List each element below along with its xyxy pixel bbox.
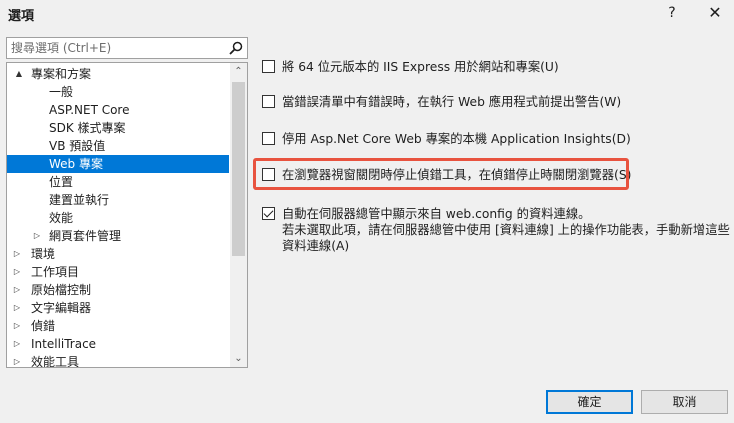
expand-arrow-icon[interactable]: ▷ — [11, 281, 23, 299]
tree-item-label: 文字編輯器 — [31, 301, 92, 315]
tree-item-locations[interactable]: 位置 — [7, 173, 229, 191]
title-bar: 選項 ? ✕ — [0, 0, 734, 26]
option-description-line-1: 若未選取此項，請在伺服器總管中使用 [資料連線] 上的操作功能表，手動新增這些 — [282, 223, 730, 237]
help-button[interactable]: ? — [662, 3, 682, 23]
option-label: 停用 Asp.Net Core Web 專案的本機 Application In… — [282, 132, 631, 146]
tree-item-label: 網頁套件管理 — [49, 229, 122, 243]
tree-item-label: IntelliTrace — [31, 337, 97, 351]
option-label: 當錯誤清單中有錯誤時，在執行 Web 應用程式前提出警告(W) — [282, 95, 622, 109]
options-tree: ▲ 專案和方案 一般 ASP.NET Core SDK 樣式專案 VB 預設值 … — [6, 62, 248, 368]
expand-arrow-icon[interactable]: ▷ — [11, 335, 23, 353]
tree-item-label: 環境 — [31, 247, 56, 261]
tree-item-environment[interactable]: ▷ 環境 — [7, 245, 229, 263]
tree-item-label: 建置並執行 — [49, 193, 110, 207]
tree-item-label: 一般 — [49, 85, 74, 99]
collapse-arrow-icon[interactable]: ▲ — [13, 65, 25, 83]
tree-item-label: 原始檔控制 — [31, 283, 92, 297]
search-icon[interactable] — [229, 41, 243, 55]
tree-item-web-projects[interactable]: Web 專案 — [7, 155, 229, 173]
tree-item-intellitrace[interactable]: ▷ IntelliTrace — [7, 335, 229, 353]
close-button[interactable]: ✕ — [704, 3, 726, 23]
tree-item-projects-solutions[interactable]: ▲ 專案和方案 — [7, 65, 229, 83]
option-label: 自動在伺服器總管中顯示來自 web.config 的資料連線。 — [282, 207, 591, 221]
expand-arrow-icon[interactable]: ▷ — [11, 263, 23, 281]
tree-item-label: ASP.NET Core — [49, 103, 130, 117]
tree-item-vb-defaults[interactable]: VB 預設值 — [7, 137, 229, 155]
expand-arrow-icon[interactable]: ▷ — [11, 317, 23, 335]
checkbox-iis-express-64bit[interactable] — [262, 60, 275, 73]
cancel-button[interactable]: 取消 — [641, 390, 728, 414]
highlight-box — [253, 158, 629, 190]
window-title: 選項 — [8, 9, 35, 24]
expand-arrow-icon[interactable]: ▷ — [11, 353, 23, 367]
tree-item-sdk-style-projects[interactable]: SDK 樣式專案 — [7, 119, 229, 137]
tree-item-label: 效能工具 — [31, 355, 80, 368]
tree-item-label: VB 預設值 — [49, 139, 106, 153]
checkbox-show-data-connections[interactable] — [262, 207, 275, 220]
tree-item-debugging[interactable]: ▷ 偵錯 — [7, 317, 229, 335]
search-input[interactable] — [7, 38, 223, 58]
expand-arrow-icon[interactable]: ▷ — [11, 245, 23, 263]
tree-item-performance[interactable]: 效能 — [7, 209, 229, 227]
tree-item-text-editor[interactable]: ▷ 文字編輯器 — [7, 299, 229, 317]
tree-item-source-control[interactable]: ▷ 原始檔控制 — [7, 281, 229, 299]
tree-item-label: 偵錯 — [31, 319, 56, 333]
tree-item-aspnet-core[interactable]: ASP.NET Core — [7, 101, 229, 119]
tree-item-label: SDK 樣式專案 — [49, 121, 126, 135]
tree-item-build-and-run[interactable]: 建置並執行 — [7, 191, 229, 209]
tree-item-work-items[interactable]: ▷ 工作項目 — [7, 263, 229, 281]
tree-item-label: 工作項目 — [31, 265, 80, 279]
tree-item-web-package-management[interactable]: ▷ 網頁套件管理 — [7, 227, 229, 245]
tree-item-performance-tools[interactable]: ▷ 效能工具 — [7, 353, 229, 368]
option-label: 將 64 位元版本的 IIS Express 用於網站和專案(U) — [282, 60, 559, 74]
tree-scrollbar[interactable]: ⌃ ⌄ — [230, 63, 247, 367]
tree-item-label: 專案和方案 — [31, 67, 92, 81]
tree-item-label: Web 專案 — [49, 157, 103, 171]
ok-button[interactable]: 確定 — [546, 390, 633, 414]
checkbox-disable-app-insights[interactable] — [262, 132, 275, 145]
option-description-line-2: 資料連線(A) — [282, 239, 350, 253]
tree-item-label: 位置 — [49, 175, 74, 189]
search-box — [6, 37, 248, 59]
scroll-up-arrow-icon[interactable]: ⌃ — [230, 63, 247, 80]
tree-item-label: 效能 — [49, 211, 74, 225]
expand-arrow-icon[interactable]: ▷ — [11, 299, 23, 317]
expand-arrow-icon[interactable]: ▷ — [31, 227, 43, 245]
scroll-down-arrow-icon[interactable]: ⌄ — [230, 350, 247, 367]
tree-item-general[interactable]: 一般 — [7, 83, 229, 101]
scrollbar-thumb[interactable] — [232, 82, 245, 256]
checkbox-warn-on-errors[interactable] — [262, 95, 275, 108]
